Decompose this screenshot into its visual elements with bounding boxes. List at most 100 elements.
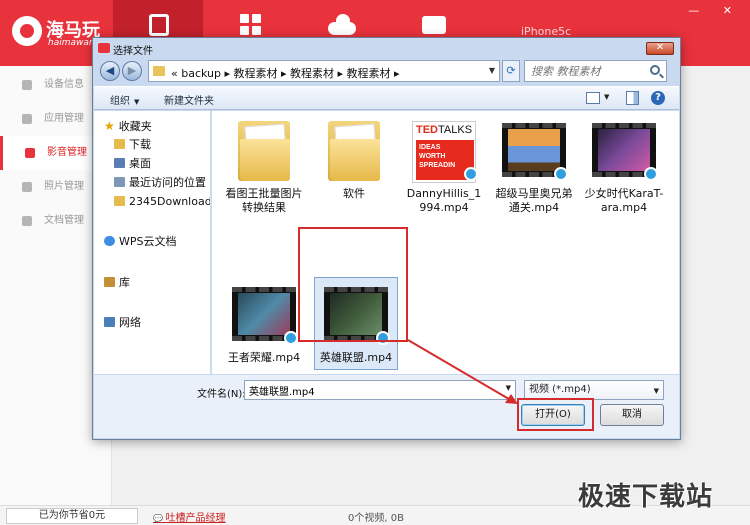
tree-item-label: 下载 <box>129 138 151 151</box>
tree-item-libraries[interactable]: 库 <box>104 274 130 292</box>
media-badge-icon <box>554 167 568 181</box>
apps-grid-icon <box>240 14 262 36</box>
folder-icon <box>114 139 125 149</box>
media-badge-icon <box>644 167 658 181</box>
toolbox-icon <box>422 16 446 34</box>
chevron-down-icon[interactable]: ▼ <box>506 384 511 392</box>
feedback-link[interactable]: 吐槽产品经理 <box>153 509 226 524</box>
highlight-box-open-button <box>517 398 594 431</box>
sidebar-item-label: 设备信息 <box>44 79 84 90</box>
organize-button[interactable]: 组织 ▼ <box>110 92 139 107</box>
file-type-select[interactable]: 视频 (*.mp4) ▼ <box>524 380 664 400</box>
preview-pane-icon[interactable] <box>626 91 639 105</box>
file-name: 超级马里奥兄弟通关.mp4 <box>495 187 573 214</box>
monitor-icon <box>22 80 32 90</box>
back-button[interactable]: ◀ <box>100 61 120 81</box>
logo-subtitle: haimawan <box>48 38 95 48</box>
tree-item-label: 网络 <box>119 316 141 329</box>
filename-input[interactable] <box>245 381 493 399</box>
tree-item-wps-cloud[interactable]: WPS云文档 <box>104 233 177 251</box>
tree-item-label: 最近访问的位置 <box>129 176 206 189</box>
media-badge-icon <box>464 167 478 181</box>
tree-item-2345downloads[interactable]: 2345Downloads <box>114 193 211 211</box>
tree-item-label: WPS云文档 <box>119 235 177 248</box>
watermark: 极速下载站 <box>578 482 714 512</box>
organize-label: 组织 <box>110 96 130 107</box>
video-thumbnail-icon <box>592 117 658 183</box>
desktop-icon <box>114 158 125 168</box>
new-folder-button[interactable]: 新建文件夹 <box>164 92 214 107</box>
filename-label: 文件名(N): <box>197 389 246 400</box>
sidebar-item-label: 应用管理 <box>44 113 84 124</box>
sidebar-item-label: 照片管理 <box>44 181 84 192</box>
tree-item-label: 库 <box>119 276 130 289</box>
toolbar: 组织 ▼ 新建文件夹 ▼ ? <box>94 86 679 110</box>
file-item[interactable]: 软件 <box>314 117 394 201</box>
sidebar-item-label: 文档管理 <box>44 215 84 226</box>
tree-item-downloads[interactable]: 下载 <box>114 136 151 154</box>
app-icon <box>98 43 110 53</box>
window-controls[interactable]: — ✕ <box>688 4 742 17</box>
video-thumbnail-icon: TEDTALKS IDEAS WORTH SPREADIN <box>412 117 478 183</box>
ted-logo: TEDTALKS <box>416 124 473 136</box>
folder-icon <box>232 117 296 183</box>
tree-item-desktop[interactable]: 桌面 <box>114 155 151 173</box>
highlight-box-selected-file <box>298 227 408 342</box>
file-item[interactable]: 少女时代KaraT-ara.mp4 <box>584 117 664 215</box>
tree-item-network[interactable]: 网络 <box>104 314 141 332</box>
video-count: 0个视频, 0B <box>348 513 404 524</box>
file-list: 看图王批量图片转换结果 软件 TEDTALKS IDEAS WORTH SPREAD… <box>212 111 679 374</box>
photo-icon <box>22 182 32 192</box>
media-icon <box>25 148 35 158</box>
tree-item-label: 2345Downloads <box>129 195 211 208</box>
cancel-button[interactable]: 取消 <box>600 404 664 426</box>
chevron-down-icon[interactable]: ▼ <box>604 93 609 101</box>
logo-mark-icon <box>12 16 42 46</box>
navigation-row: ◀ ▶ « backup ▸ 教程素材 ▸ 教程素材 ▸ 教程素材 ▸ ▼ ⟳ <box>98 59 675 85</box>
filename-field[interactable]: ▼ <box>244 380 516 400</box>
file-name: DannyHillis_1994.mp4 <box>406 187 482 214</box>
sidebar-item-label: 影音管理 <box>47 147 87 158</box>
dialog-title: 选择文件 <box>113 46 153 57</box>
breadcrumb[interactable]: « backup ▸ 教程素材 ▸ 教程素材 ▸ 教程素材 ▸ <box>171 65 400 81</box>
tree-item-label: 收藏夹 <box>118 120 152 133</box>
chevron-down-icon: ▼ <box>134 98 140 106</box>
file-item[interactable]: 超级马里奥兄弟通关.mp4 <box>494 117 574 215</box>
cloud-download-icon <box>328 14 356 36</box>
file-item[interactable]: 看图王批量图片转换结果 <box>224 117 304 215</box>
star-icon: ★ <box>104 119 115 133</box>
recent-places-icon <box>114 177 125 187</box>
address-bar[interactable]: « backup ▸ 教程素材 ▸ 教程素材 ▸ 教程素材 ▸ ▼ <box>148 60 500 82</box>
network-icon <box>104 317 115 327</box>
search-box[interactable] <box>524 60 667 82</box>
file-name: 少女时代KaraT-ara.mp4 <box>584 187 664 214</box>
close-button[interactable]: ✕ <box>646 42 674 55</box>
help-icon[interactable]: ? <box>651 91 665 105</box>
folder-icon <box>153 66 165 76</box>
navigation-pane: ★ 收藏夹 下载 桌面 最近访问的位置 2345Downloads WPS云文档 … <box>94 111 211 374</box>
tree-item-label: 桌面 <box>129 157 151 170</box>
chevron-down-icon[interactable]: ▼ <box>489 66 495 75</box>
tree-item-favorites[interactable]: ★ 收藏夹 <box>104 117 152 135</box>
library-icon <box>104 277 115 287</box>
folder-icon <box>322 117 386 183</box>
file-name: 软件 <box>343 187 365 200</box>
video-thumbnail-icon <box>232 281 298 347</box>
document-icon <box>22 216 32 226</box>
chevron-down-icon: ▼ <box>653 387 659 395</box>
forward-button[interactable]: ▶ <box>122 61 142 81</box>
view-options-icon[interactable] <box>586 92 600 104</box>
savings-badge: 已为你节省0元 <box>6 508 138 524</box>
file-item[interactable]: TEDTALKS IDEAS WORTH SPREADIN DannyHillis_… <box>404 117 484 215</box>
file-name: 王者荣耀.mp4 <box>227 351 301 364</box>
file-item[interactable]: 王者荣耀.mp4 <box>224 281 304 365</box>
cloud-icon <box>104 236 115 246</box>
file-type-value: 视频 (*.mp4) <box>529 384 591 395</box>
video-thumbnail-icon <box>502 117 568 183</box>
folder-icon <box>114 196 125 206</box>
refresh-button[interactable]: ⟳ <box>502 60 520 82</box>
tree-item-recent[interactable]: 最近访问的位置 <box>114 174 206 192</box>
search-input[interactable] <box>525 61 635 81</box>
apps-icon <box>22 114 32 124</box>
search-icon[interactable] <box>650 65 660 75</box>
